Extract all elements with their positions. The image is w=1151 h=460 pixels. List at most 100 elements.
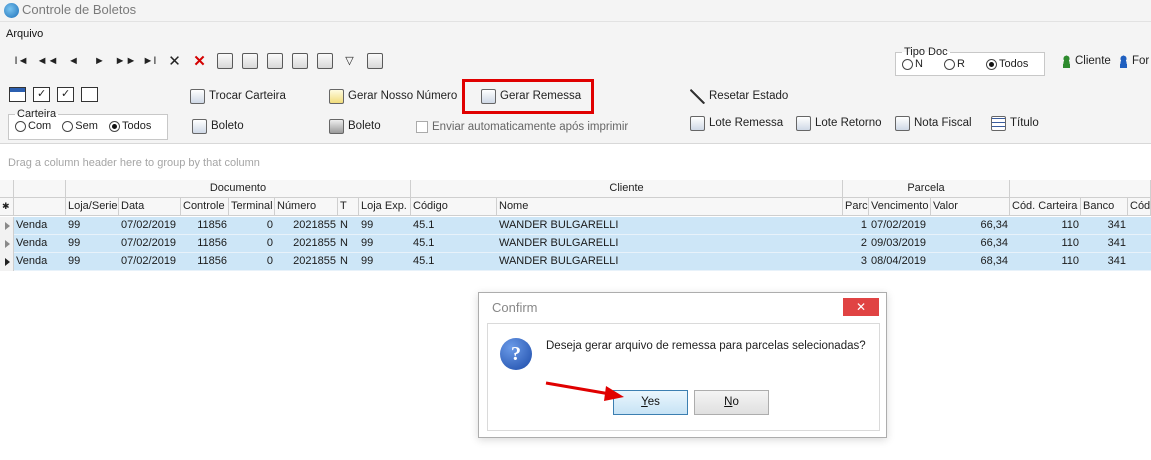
resetar-estado-button[interactable]: Resetar Estado bbox=[690, 86, 788, 106]
table-row[interactable]: Venda 99 07/02/2019 11856 0 2021855 N 99… bbox=[0, 235, 1151, 253]
cell-controle: 11856 bbox=[197, 237, 227, 249]
column-valor[interactable]: Valor bbox=[931, 198, 1010, 216]
red-x-icon: ✕ bbox=[193, 52, 206, 70]
tipo-doc-r-radio[interactable]: R bbox=[944, 58, 965, 70]
cell-codigo: 45.1 bbox=[413, 255, 435, 267]
column-loja-exp[interactable]: Loja Exp. bbox=[359, 198, 411, 216]
cell-valor: 66,34 bbox=[980, 219, 1008, 231]
edit-button[interactable] bbox=[215, 51, 234, 70]
column-terminal[interactable]: Terminal bbox=[229, 198, 275, 216]
carteira-sem-radio[interactable]: Sem bbox=[62, 120, 98, 132]
first-record-button[interactable]: I◄ bbox=[12, 51, 31, 70]
cell-banco: 341 bbox=[1107, 255, 1126, 267]
column-cod[interactable]: Cód bbox=[1128, 198, 1151, 216]
column-data[interactable]: Data bbox=[119, 198, 181, 216]
column-tipo[interactable] bbox=[14, 198, 66, 216]
close-button[interactable]: ✕ bbox=[843, 298, 879, 316]
button-label: Lote Retorno bbox=[815, 117, 882, 129]
carteira-todos-radio[interactable]: Todos bbox=[108, 120, 151, 132]
next-record-button[interactable]: ► bbox=[90, 51, 109, 70]
tipo-doc-todos-radio[interactable]: Todos bbox=[986, 58, 1028, 70]
exit-icon bbox=[366, 52, 383, 69]
delete-button[interactable]: ✕ bbox=[165, 51, 184, 70]
arrow-head bbox=[604, 386, 624, 401]
column-parc[interactable]: Parc bbox=[843, 198, 869, 216]
column-loja-serie[interactable]: Loja/Serie bbox=[66, 198, 119, 216]
radio-label: Todos bbox=[999, 58, 1029, 70]
annotation-arrow-icon bbox=[545, 381, 624, 401]
column-vencimento[interactable]: Vencimento bbox=[869, 198, 931, 216]
cell-terminal: 0 bbox=[266, 255, 273, 267]
radio-dot-selected bbox=[986, 58, 998, 70]
cell-parc: 3 bbox=[860, 255, 867, 267]
cell-parc: 2 bbox=[860, 237, 867, 249]
view-layout-icon[interactable] bbox=[9, 87, 26, 102]
column-t[interactable]: T bbox=[338, 198, 359, 216]
band-cliente: Cliente bbox=[411, 180, 843, 198]
column-options-icon[interactable]: ✱ bbox=[0, 198, 14, 216]
export-button[interactable] bbox=[315, 51, 334, 70]
cell-tipo: Venda bbox=[16, 219, 48, 231]
menu-arquivo[interactable]: Arquivo bbox=[6, 28, 43, 40]
title-bar: Controle de Boletos bbox=[0, 0, 1151, 22]
cliente-button[interactable]: Cliente bbox=[1062, 51, 1111, 71]
print-button[interactable] bbox=[265, 51, 284, 70]
group-by-panel[interactable]: Drag a column header here to group by th… bbox=[0, 145, 1151, 179]
cell-t: N bbox=[340, 219, 348, 231]
boleto-print-button[interactable]: Boleto bbox=[329, 116, 381, 136]
row-indicator-current bbox=[0, 253, 14, 271]
gerar-nosso-numero-button[interactable]: Gerar Nosso Número bbox=[329, 86, 457, 106]
radio-label: Sem bbox=[75, 120, 98, 132]
prev-page-button[interactable]: ◄◄ bbox=[37, 51, 59, 70]
trocar-carteira-button[interactable]: Trocar Carteira bbox=[190, 86, 286, 106]
prev-record-button[interactable]: ◄ bbox=[64, 51, 83, 70]
next-page-button[interactable]: ►► bbox=[114, 51, 137, 70]
cancel-button[interactable]: ✕ bbox=[190, 51, 209, 70]
column-cod-carteira[interactable]: Cód. Carteira bbox=[1010, 198, 1081, 216]
cell-tipo: Venda bbox=[16, 237, 48, 249]
column-codigo[interactable]: Código bbox=[411, 198, 497, 216]
check-list-icon[interactable] bbox=[33, 87, 50, 102]
tipo-doc-n-radio[interactable]: N bbox=[902, 58, 923, 70]
column-numero[interactable]: Número bbox=[275, 198, 338, 216]
filter-button[interactable]: ▽ bbox=[340, 51, 359, 70]
funnel-icon: ▽ bbox=[345, 55, 354, 67]
button-label: Lote Remessa bbox=[709, 117, 784, 129]
cell-valor: 66,34 bbox=[980, 237, 1008, 249]
column-banco[interactable]: Banco bbox=[1081, 198, 1128, 216]
next-page-icon: ►► bbox=[114, 54, 137, 67]
titulo-button[interactable]: Título bbox=[991, 113, 1039, 133]
nota-fiscal-button[interactable]: Nota Fiscal bbox=[895, 113, 972, 133]
blank-window-icon[interactable] bbox=[81, 87, 98, 102]
lote-remessa-button[interactable]: Lote Remessa bbox=[690, 113, 783, 133]
boleto-button-1[interactable]: Boleto bbox=[192, 116, 244, 136]
carteira-com-radio[interactable]: Com bbox=[15, 120, 51, 132]
user-icon bbox=[1119, 54, 1128, 68]
radio-dot-selected bbox=[108, 120, 120, 132]
lote-remessa-icon bbox=[690, 115, 705, 131]
table-row[interactable]: Venda 99 07/02/2019 11856 0 2021855 N 99… bbox=[0, 253, 1151, 271]
column-controle[interactable]: Controle bbox=[181, 198, 229, 216]
menu-bar: Arquivo bbox=[0, 22, 1151, 44]
cell-loja-exp: 99 bbox=[361, 237, 374, 249]
gerar-remessa-highlight bbox=[462, 79, 594, 114]
enviar-auto-checkbox[interactable]: Enviar automaticamente após imprimir bbox=[416, 117, 628, 137]
table-row[interactable]: Venda 99 07/02/2019 11856 0 2021855 N 99… bbox=[0, 217, 1151, 235]
wand-icon bbox=[690, 88, 705, 104]
check-all-icon[interactable] bbox=[57, 87, 74, 102]
exit-button[interactable] bbox=[365, 51, 384, 70]
cell-vencimento: 09/03/2019 bbox=[871, 237, 927, 249]
band-corner bbox=[0, 180, 14, 198]
user-icon bbox=[1062, 54, 1071, 68]
lote-retorno-button[interactable]: Lote Retorno bbox=[796, 113, 882, 133]
no-button[interactable]: No bbox=[694, 390, 769, 415]
window-title: Controle de Boletos bbox=[22, 2, 137, 17]
last-record-button[interactable]: ►I bbox=[140, 51, 159, 70]
cell-cod-carteira: 110 bbox=[1061, 219, 1079, 231]
save-button[interactable] bbox=[290, 51, 309, 70]
column-nome[interactable]: Nome bbox=[497, 198, 843, 216]
swap-icon bbox=[190, 88, 205, 104]
cell-vencimento: 07/02/2019 bbox=[871, 219, 927, 231]
fornecedor-button[interactable]: For bbox=[1119, 51, 1149, 71]
preview-button[interactable] bbox=[240, 51, 259, 70]
